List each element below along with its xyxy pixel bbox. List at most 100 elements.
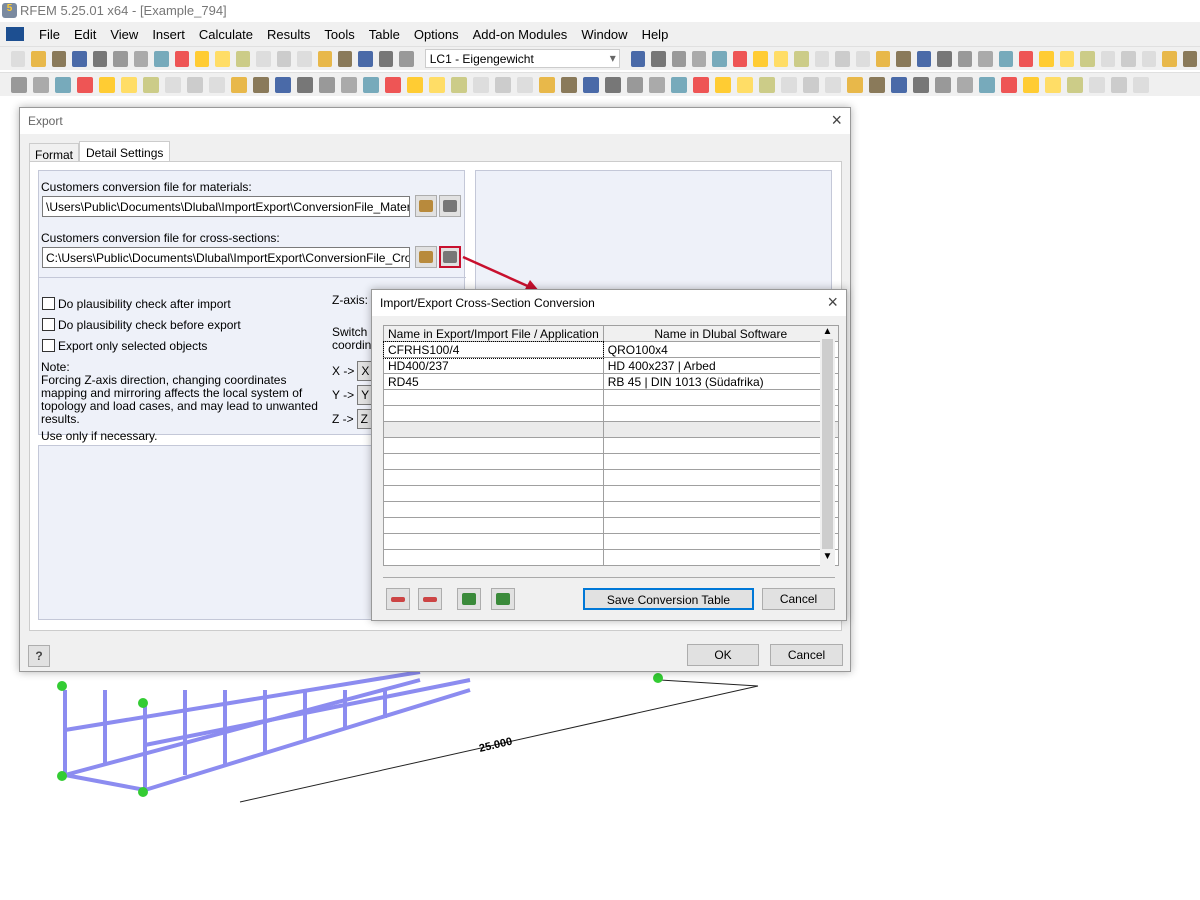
file-name-cell[interactable] — [383, 485, 604, 502]
file-name-cell[interactable] — [383, 533, 604, 550]
cancel-button[interactable]: Cancel — [770, 644, 843, 666]
divider — [39, 277, 466, 278]
scroll-down-icon[interactable]: ▼ — [820, 551, 835, 562]
browse-icon — [419, 200, 433, 212]
axis-from: Y -> — [332, 388, 355, 402]
note-text: Forcing Z-axis direction, changing coord… — [41, 373, 318, 426]
table-row[interactable] — [383, 469, 839, 486]
scroll-thumb[interactable] — [822, 339, 833, 549]
switch-coordinates-label: Switch coordina — [332, 326, 372, 352]
materials-label: Customers conversion file for materials: — [41, 180, 252, 194]
close-icon[interactable]: × — [831, 110, 842, 131]
checkbox[interactable] — [42, 339, 55, 352]
checkbox-option[interactable]: Do plausibility check before export — [42, 314, 241, 335]
column-header[interactable]: Name in Export/Import File / Application — [383, 325, 604, 342]
z-axis-label: Z-axis: — [332, 293, 368, 307]
materials-path-input[interactable]: \Users\Public\Documents\Dlubal\ImportExp… — [42, 196, 410, 217]
table-row[interactable] — [383, 421, 839, 438]
dimension-label: 25.000 — [478, 736, 513, 755]
save-conversion-table-button[interactable]: Save Conversion Table — [583, 588, 754, 610]
table-row[interactable]: RD45 RB 45 | DIN 1013 (Südafrika) — [383, 373, 839, 390]
file-name-cell[interactable] — [383, 549, 604, 566]
dlubal-name-cell[interactable] — [602, 549, 839, 566]
dlubal-name-cell[interactable] — [602, 533, 839, 550]
import-row-button[interactable] — [386, 588, 410, 610]
dlubal-name-cell[interactable] — [602, 517, 839, 534]
checkbox-label: Do plausibility check before export — [58, 317, 241, 332]
dlubal-name-cell[interactable] — [602, 405, 839, 422]
help-icon: ? — [35, 649, 43, 663]
checkbox-group: Do plausibility check after import Do pla… — [42, 293, 241, 356]
table-row[interactable] — [383, 453, 839, 470]
note: Note: Forcing Z-axis direction, changing… — [41, 361, 321, 443]
dlubal-name-cell[interactable] — [602, 501, 839, 518]
excel-import-icon — [462, 593, 476, 605]
table-row[interactable] — [383, 517, 839, 534]
browse-materials-button[interactable] — [415, 195, 437, 217]
dlubal-name-cell[interactable] — [602, 469, 839, 486]
dlubal-name-cell[interactable] — [602, 421, 839, 438]
table-row[interactable]: HD400/237 HD 400x237 | Arbed — [383, 357, 839, 374]
help-button[interactable]: ? — [28, 645, 50, 667]
checkbox-label: Export only selected objects — [58, 338, 208, 353]
dlubal-name-cell[interactable]: HD 400x237 | Arbed — [602, 357, 839, 374]
dlubal-name-cell[interactable]: RB 45 | DIN 1013 (Südafrika) — [602, 373, 839, 390]
scroll-up-icon[interactable]: ▲ — [820, 326, 835, 337]
file-name-cell[interactable] — [383, 405, 604, 422]
checkbox-option[interactable]: Do plausibility check after import — [42, 293, 241, 314]
export-row-button[interactable] — [418, 588, 442, 610]
table-row[interactable] — [383, 485, 839, 502]
dlubal-name-cell[interactable] — [602, 389, 839, 406]
checkbox[interactable] — [42, 297, 55, 310]
close-icon[interactable]: × — [827, 292, 838, 313]
checkbox-option[interactable]: Export only selected objects — [42, 335, 241, 356]
table-row[interactable] — [383, 389, 839, 406]
edit-sections-button[interactable] — [439, 246, 461, 268]
sections-label: Customers conversion file for cross-sect… — [41, 231, 280, 245]
file-name-cell[interactable]: RD45 — [383, 373, 604, 390]
axis-from: X -> — [332, 364, 355, 378]
file-name-cell[interactable] — [383, 469, 604, 486]
cancel-button[interactable]: Cancel — [762, 588, 835, 610]
export-dialog-title: Export — [28, 114, 63, 128]
column-header[interactable]: Name in Dlubal Software — [602, 325, 839, 342]
excel-export-button[interactable] — [491, 588, 515, 610]
edit-table-icon — [443, 200, 457, 212]
sections-path-input[interactable]: C:\Users\Public\Documents\Dlubal\ImportE… — [42, 247, 410, 268]
file-name-cell[interactable] — [383, 517, 604, 534]
arrow-right-icon — [423, 596, 437, 602]
ok-button[interactable]: OK — [687, 644, 759, 666]
dlubal-name-cell[interactable] — [602, 485, 839, 502]
file-name-cell[interactable] — [383, 421, 604, 438]
dlubal-name-cell[interactable] — [602, 453, 839, 470]
file-name-cell[interactable] — [383, 437, 604, 454]
table-row[interactable] — [383, 501, 839, 518]
export-dialog-titlebar: Export × — [20, 108, 850, 134]
file-name-cell[interactable]: CFRHS100/4 — [382, 340, 605, 359]
edit-materials-button[interactable] — [439, 195, 461, 217]
arrow-left-icon — [391, 596, 405, 602]
scrollbar[interactable]: ▲ ▼ — [820, 326, 835, 568]
file-name-cell[interactable]: HD400/237 — [383, 357, 604, 374]
excel-import-button[interactable] — [457, 588, 481, 610]
conversion-dialog-titlebar: Import/Export Cross-Section Conversion × — [372, 290, 846, 316]
file-name-cell[interactable] — [383, 453, 604, 470]
browse-sections-button[interactable] — [415, 246, 437, 268]
edit-table-icon — [443, 251, 457, 263]
conversion-table-wrap: Name in Export/Import File / Application… — [382, 325, 839, 566]
file-name-cell[interactable] — [383, 501, 604, 518]
excel-export-icon — [496, 593, 510, 605]
table-row[interactable] — [383, 437, 839, 454]
table-row[interactable]: CFRHS100/4 QRO100x4 — [382, 340, 839, 359]
table-row[interactable] — [383, 549, 839, 566]
dlubal-name-cell[interactable]: QRO100x4 — [602, 341, 839, 358]
table-row[interactable] — [383, 405, 839, 422]
file-name-cell[interactable] — [383, 389, 604, 406]
support-icons — [57, 673, 663, 797]
note-use: Use only if necessary. — [41, 429, 158, 443]
dlubal-name-cell[interactable] — [602, 437, 839, 454]
truss-model — [63, 670, 471, 792]
table-row[interactable] — [383, 533, 839, 550]
axis-from: Z -> — [332, 412, 354, 426]
checkbox[interactable] — [42, 318, 55, 331]
